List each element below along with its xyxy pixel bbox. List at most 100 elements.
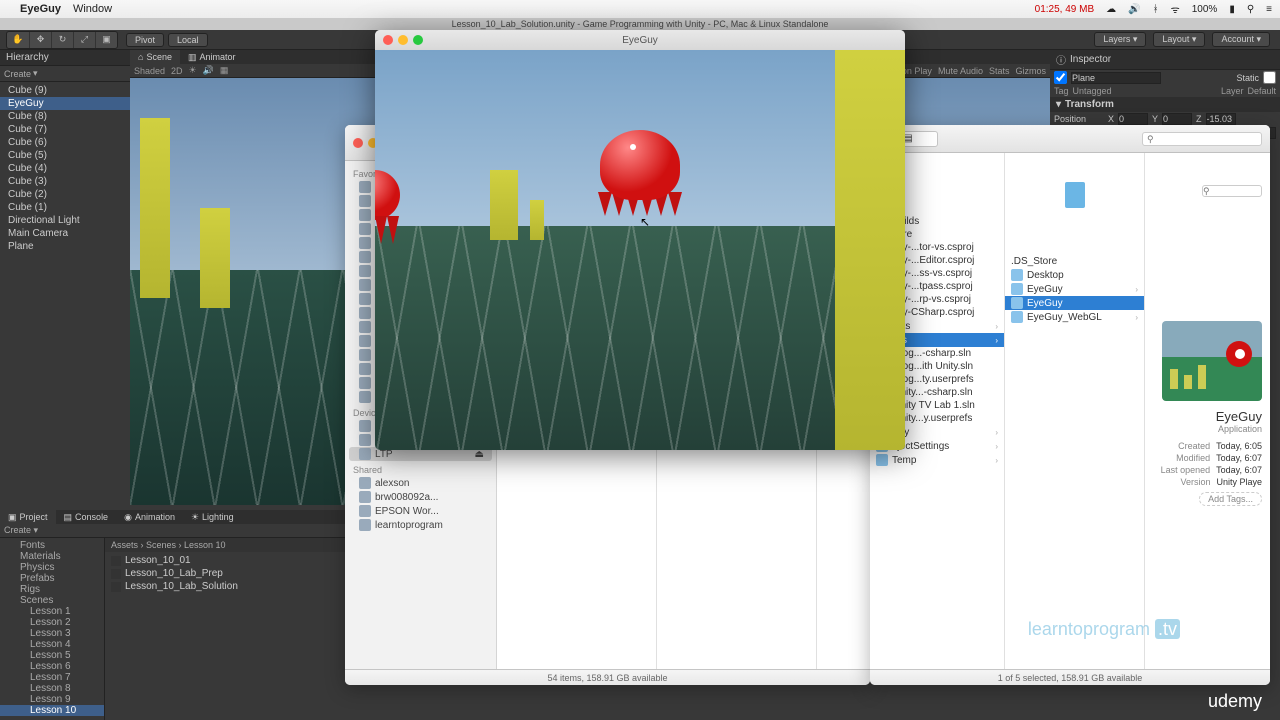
stats-toggle[interactable]: Stats: [989, 66, 1010, 76]
inspector-tab[interactable]: ⓘ Inspector: [1050, 50, 1280, 70]
project-create-button[interactable]: Create: [4, 525, 31, 535]
tree-folder[interactable]: Lesson 10: [0, 705, 104, 716]
hierarchy-item[interactable]: Cube (3): [0, 175, 130, 188]
hierarchy-item[interactable]: Directional Light: [0, 214, 130, 227]
tree-folder[interactable]: Lesson 4: [0, 639, 104, 650]
finder-item[interactable]: EyeGuy: [1005, 296, 1144, 310]
hierarchy-item[interactable]: Cube (1): [0, 201, 130, 214]
light-icon[interactable]: ☀: [189, 65, 197, 76]
spotlight-icon[interactable]: ⚲: [1247, 4, 1254, 15]
tree-folder[interactable]: Lesson 9: [0, 694, 104, 705]
mute-audio-toggle[interactable]: Mute Audio: [938, 66, 983, 76]
tree-folder[interactable]: Lesson 3: [0, 628, 104, 639]
folder-icon: [359, 363, 371, 375]
hand-tool-icon[interactable]: ✋: [7, 32, 29, 48]
hierarchy-item[interactable]: EyeGuy: [0, 97, 130, 110]
static-label: Static: [1236, 73, 1259, 83]
position-z-field[interactable]: [1206, 113, 1236, 125]
tree-folder[interactable]: Lesson 1: [0, 606, 104, 617]
audio-icon[interactable]: 🔊: [203, 65, 214, 76]
hierarchy-item[interactable]: Cube (4): [0, 162, 130, 175]
folder-large-icon[interactable]: [1065, 182, 1085, 208]
tree-folder[interactable]: Lesson 6: [0, 661, 104, 672]
2d-toggle[interactable]: 2D: [171, 66, 183, 76]
hierarchy-item[interactable]: Cube (6): [0, 136, 130, 149]
lighting-tab[interactable]: ☀ Lighting: [183, 510, 242, 524]
onplay-label: on Play: [902, 66, 932, 76]
tree-folder[interactable]: Rigs: [0, 584, 104, 595]
bluetooth-icon[interactable]: ᚼ: [1153, 4, 1159, 15]
minimize-icon[interactable]: [398, 35, 408, 45]
game-titlebar[interactable]: EyeGuy: [375, 30, 905, 50]
hierarchy-item[interactable]: Cube (5): [0, 149, 130, 162]
finder-item[interactable]: Desktop: [1005, 268, 1144, 282]
tree-folder[interactable]: Lesson 7: [0, 672, 104, 683]
menu-icon[interactable]: ≡: [1266, 4, 1272, 15]
close-icon[interactable]: [353, 138, 363, 148]
sidebar-shared[interactable]: learntoprogram: [345, 518, 496, 532]
scene-tab[interactable]: ⌂ Scene: [130, 50, 180, 64]
wifi-icon[interactable]: ᯤ: [1171, 2, 1180, 16]
add-tags-button[interactable]: Add Tags...: [1199, 492, 1262, 506]
finder-item[interactable]: .DS_Store: [1005, 255, 1144, 268]
shaded-dropdown[interactable]: Shaded: [134, 66, 165, 76]
scale-tool-icon[interactable]: ⤢: [73, 32, 95, 48]
account-dropdown[interactable]: Account ▾: [1212, 32, 1270, 47]
app-menu[interactable]: EyeGuy: [20, 3, 61, 15]
animator-tab[interactable]: ▥ Animator: [180, 50, 244, 64]
rect-tool-icon[interactable]: ▣: [95, 32, 117, 48]
finder-item[interactable]: EyeGuy›: [1005, 282, 1144, 296]
finder-search-field[interactable]: [1142, 132, 1262, 146]
transform-component-header[interactable]: ▾ Transform: [1050, 97, 1280, 112]
computer-icon: [359, 491, 371, 503]
move-tool-icon[interactable]: ✥: [29, 32, 51, 48]
game-viewport[interactable]: ↖: [375, 50, 905, 450]
hierarchy-item[interactable]: Plane: [0, 240, 130, 253]
hierarchy-item[interactable]: Cube (2): [0, 188, 130, 201]
gameobject-active-checkbox[interactable]: [1054, 71, 1067, 84]
cloud-icon[interactable]: ☁: [1106, 4, 1116, 15]
sidebar-shared[interactable]: EPSON Wor...: [345, 504, 496, 518]
rotate-tool-icon[interactable]: ↻: [51, 32, 73, 48]
hierarchy-tab[interactable]: Hierarchy: [0, 50, 130, 66]
animation-tab[interactable]: ◉ Animation: [116, 510, 183, 524]
hierarchy-item[interactable]: Cube (7): [0, 123, 130, 136]
layer-dropdown[interactable]: Default: [1247, 86, 1276, 96]
position-x-field[interactable]: [1118, 113, 1148, 125]
finder-item[interactable]: EyeGuy_WebGL›: [1005, 310, 1144, 324]
layers-dropdown[interactable]: Layers ▾: [1094, 32, 1146, 47]
fx-icon[interactable]: ▦: [220, 65, 229, 76]
project-tab[interactable]: ▣ Project: [0, 510, 56, 524]
position-label: Position: [1054, 114, 1104, 124]
local-toggle[interactable]: Local: [168, 33, 208, 47]
console-tab[interactable]: ▤ Console: [56, 510, 117, 524]
hierarchy-item[interactable]: Main Camera: [0, 227, 130, 240]
tree-folder[interactable]: Prefabs: [0, 573, 104, 584]
finder-item[interactable]: Temp›: [870, 453, 1004, 467]
tree-folder[interactable]: Scenes: [0, 595, 104, 606]
position-y-field[interactable]: [1162, 113, 1192, 125]
gizmos-dropdown[interactable]: Gizmos: [1015, 66, 1046, 76]
tree-folder[interactable]: Lesson 8: [0, 683, 104, 694]
hierarchy-create-button[interactable]: Create: [4, 69, 31, 79]
folder-icon: [1011, 269, 1023, 281]
layout-dropdown[interactable]: Layout ▾: [1153, 32, 1205, 47]
hierarchy-item[interactable]: Cube (8): [0, 110, 130, 123]
tag-dropdown[interactable]: Untagged: [1073, 86, 1112, 96]
tree-folder[interactable]: Lesson 2: [0, 617, 104, 628]
sidebar-shared[interactable]: alexson: [345, 476, 496, 490]
tree-folder[interactable]: Materials: [0, 551, 104, 562]
volume-icon[interactable]: 🔊: [1128, 4, 1140, 15]
static-checkbox[interactable]: [1263, 71, 1276, 84]
search-field[interactable]: [1202, 185, 1262, 197]
window-menu[interactable]: Window: [73, 3, 112, 15]
gameobject-name-field[interactable]: [1071, 72, 1161, 84]
sidebar-shared[interactable]: brw008092a...: [345, 490, 496, 504]
close-icon[interactable]: [383, 35, 393, 45]
tree-folder[interactable]: Fonts: [0, 540, 104, 551]
tree-folder[interactable]: Lesson 5: [0, 650, 104, 661]
hierarchy-item[interactable]: Cube (9): [0, 84, 130, 97]
tree-folder[interactable]: Physics: [0, 562, 104, 573]
zoom-icon[interactable]: [413, 35, 423, 45]
pivot-toggle[interactable]: Pivot: [126, 33, 164, 47]
